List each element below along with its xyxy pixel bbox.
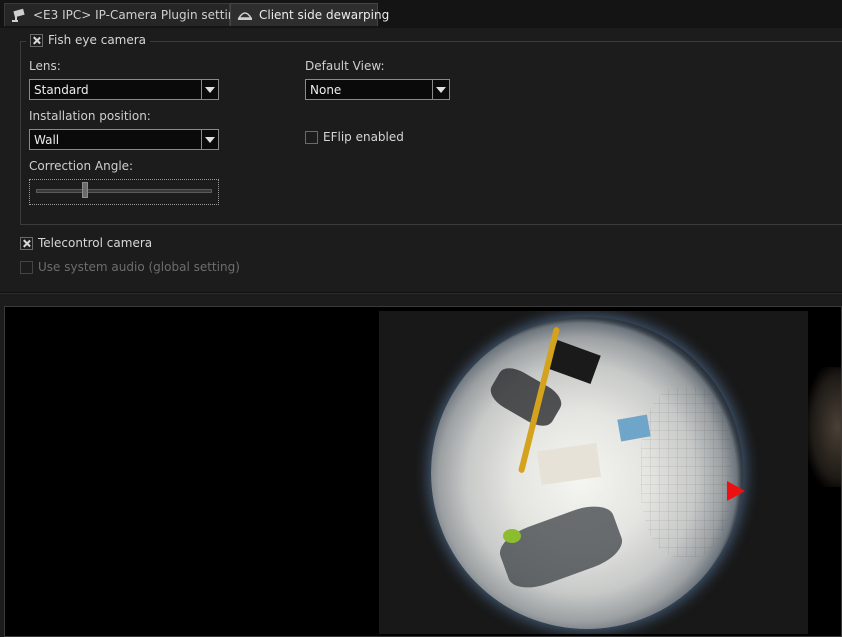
- default-view-select[interactable]: None: [305, 79, 450, 100]
- installation-position-value: Wall: [34, 132, 60, 147]
- camera-preview[interactable]: [4, 306, 842, 637]
- fisheye-camera-checkbox[interactable]: Fish eye camera: [26, 32, 151, 48]
- checkbox-icon: [20, 260, 33, 274]
- fisheye-image: [431, 317, 743, 629]
- checkbox-icon[interactable]: [305, 130, 318, 144]
- tab-client-side-dewarping[interactable]: Client side dewarping: [230, 3, 389, 26]
- correction-angle-slider[interactable]: [29, 179, 219, 205]
- lens-label: Lens:: [29, 59, 61, 73]
- checkbox-icon[interactable]: [30, 33, 43, 47]
- slider-thumb[interactable]: [82, 182, 89, 198]
- installation-position-select[interactable]: Wall: [29, 129, 219, 150]
- default-view-label: Default View:: [305, 59, 385, 73]
- tab-label: <E3 IPC> IP-Camera Plugin settings: [33, 8, 250, 22]
- system-audio-checkbox: Use system audio (global setting): [20, 260, 240, 274]
- eflip-checkbox[interactable]: EFlip enabled: [305, 130, 404, 144]
- telecontrol-camera-label: Telecontrol camera: [38, 236, 153, 250]
- fisheye-camera-label: Fish eye camera: [48, 33, 147, 47]
- adjacent-frame-edge: [807, 367, 841, 487]
- checkbox-icon[interactable]: [20, 236, 33, 250]
- tab-label: Client side dewarping: [259, 8, 390, 22]
- lens-value: Standard: [34, 82, 89, 97]
- fisheye-lens-icon: [237, 7, 253, 23]
- installation-position-label: Installation position:: [29, 109, 151, 123]
- video-frame[interactable]: [379, 311, 808, 634]
- tab-ip-camera-plugin-settings[interactable]: <E3 IPC> IP-Camera Plugin settings: [4, 3, 249, 26]
- default-view-value: None: [310, 82, 342, 97]
- slider-track[interactable]: [36, 189, 212, 193]
- direction-arrow-icon[interactable]: [727, 481, 745, 501]
- correction-angle-label: Correction Angle:: [29, 159, 134, 173]
- telecontrol-camera-checkbox[interactable]: Telecontrol camera: [20, 236, 152, 250]
- chevron-down-icon[interactable]: [201, 80, 218, 99]
- chevron-down-icon[interactable]: [201, 130, 218, 149]
- section-divider: [0, 292, 842, 294]
- lens-edge-glow: [431, 317, 743, 629]
- tab-bar: <E3 IPC> IP-Camera Plugin settings Clien…: [0, 0, 842, 28]
- camera-icon: [11, 7, 27, 23]
- system-audio-label: Use system audio (global setting): [38, 260, 240, 274]
- eflip-label: EFlip enabled: [323, 130, 404, 144]
- lens-select[interactable]: Standard: [29, 79, 219, 100]
- chevron-down-icon[interactable]: [432, 80, 449, 99]
